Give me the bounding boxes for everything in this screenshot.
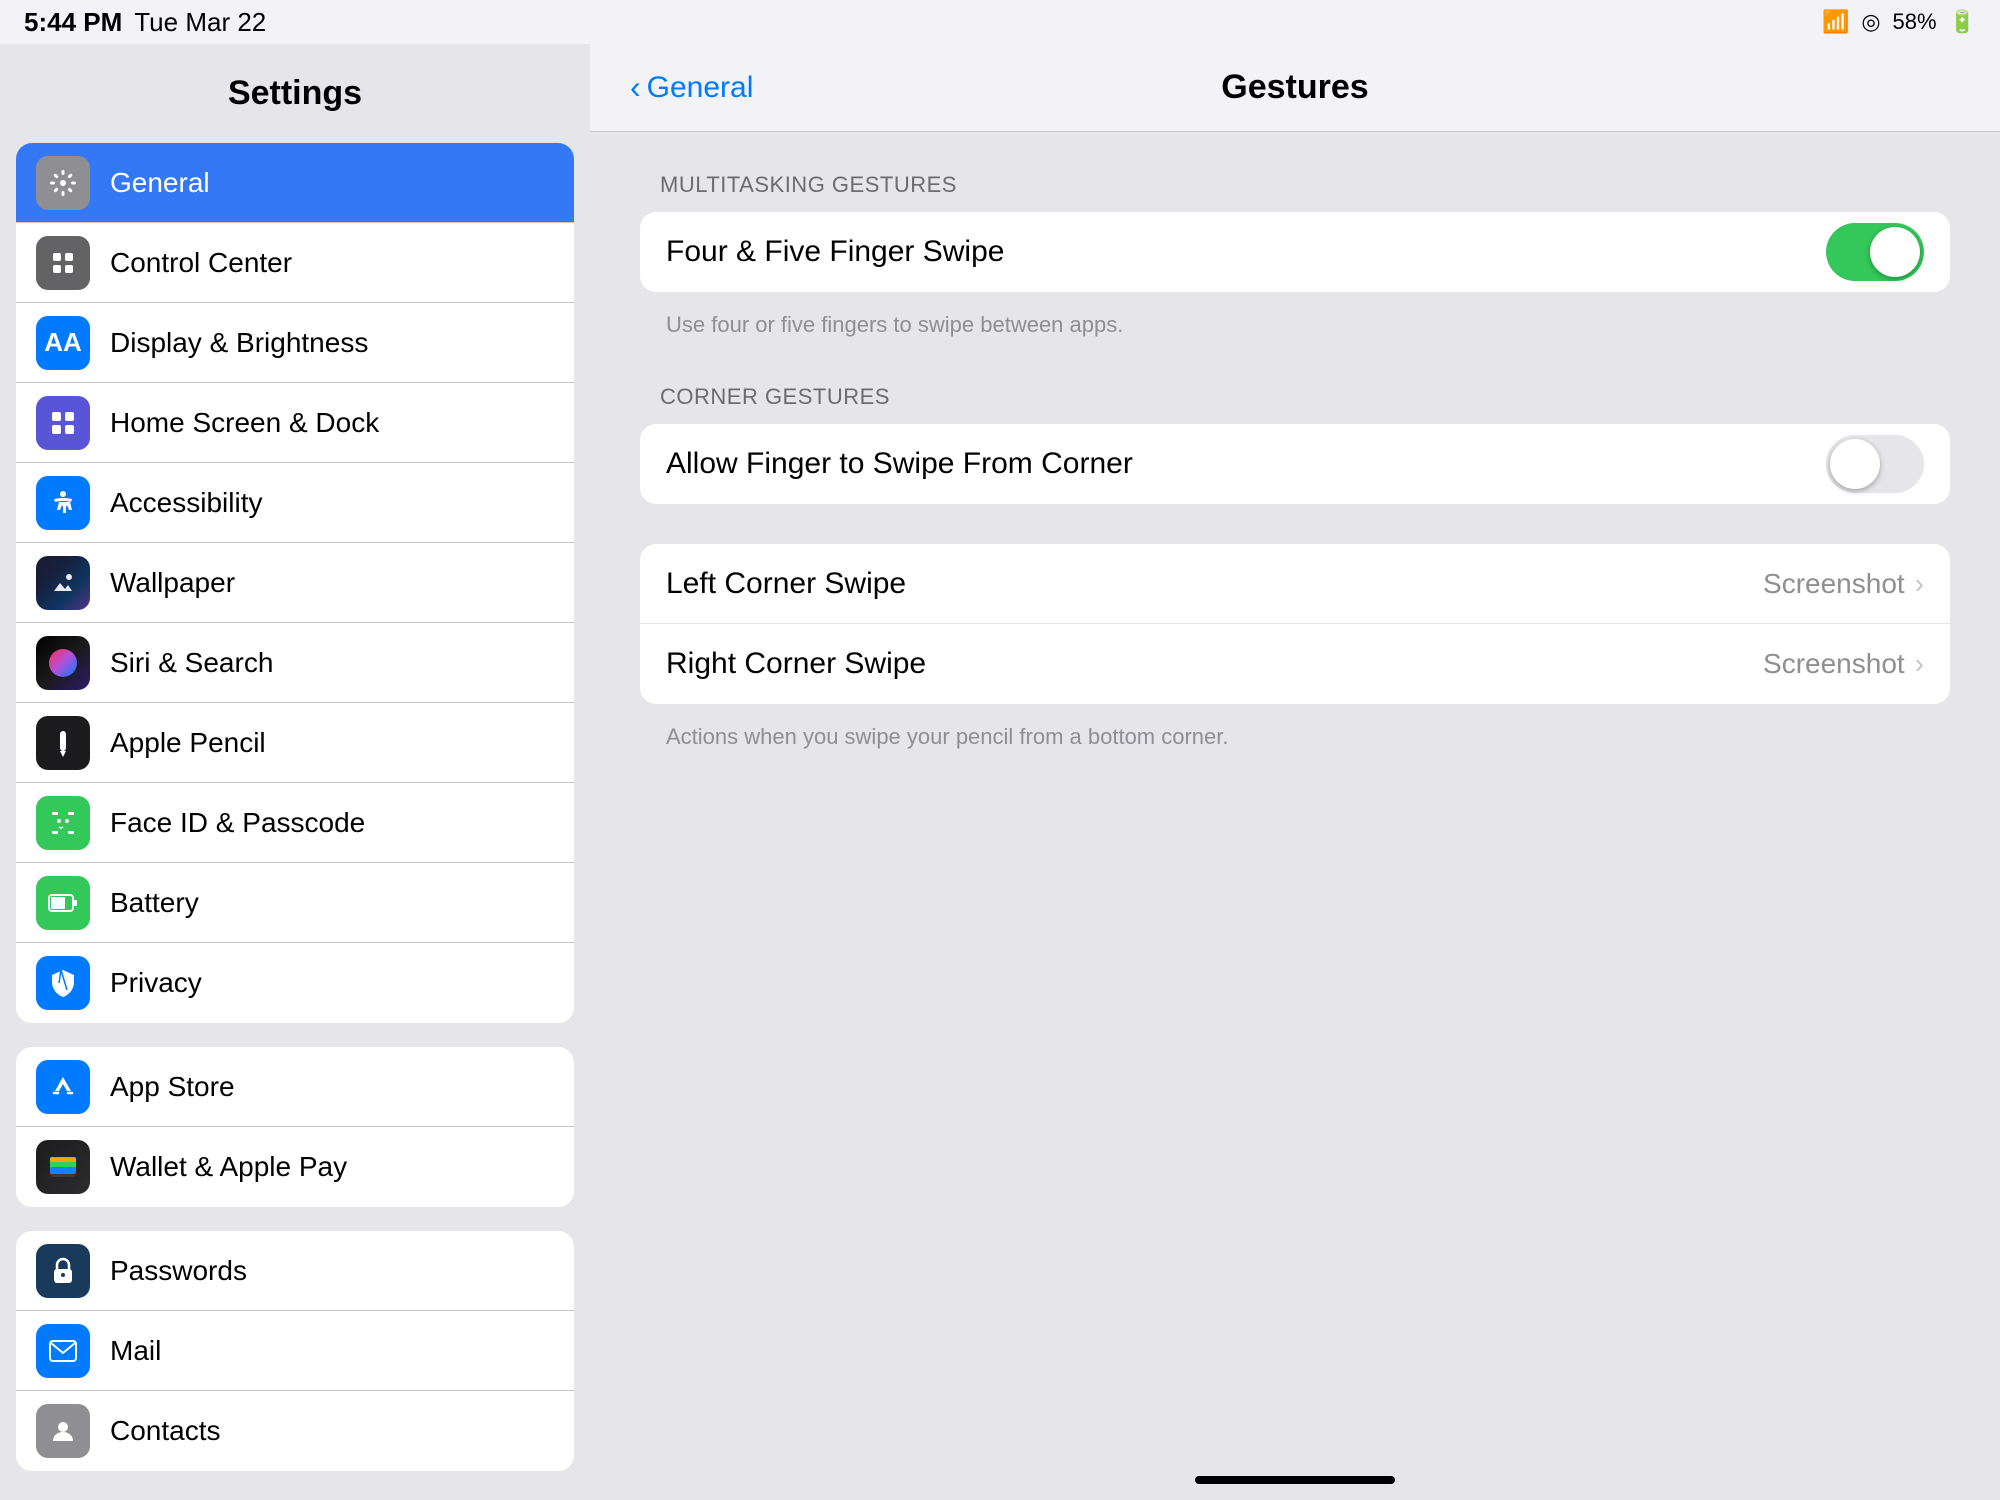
corner-swipe-hint: Actions when you swipe your pencil from … <box>640 714 1950 766</box>
wallet-icon <box>36 1140 90 1194</box>
corner-gestures-card: Allow Finger to Swipe From Corner <box>640 424 1950 504</box>
multitasking-section-label: MULTITASKING GESTURES <box>660 172 1950 198</box>
privacy-icon <box>36 956 90 1010</box>
battery-icon <box>36 876 90 930</box>
passwords-label: Passwords <box>110 1255 247 1287</box>
status-time: 5:44 PM <box>24 7 122 38</box>
wallet-label: Wallet & Apple Pay <box>110 1151 347 1183</box>
sidebar-item-privacy[interactable]: Privacy <box>16 943 574 1023</box>
right-corner-swipe-value: Screenshot <box>1763 648 1905 680</box>
sidebar-item-mail[interactable]: Mail <box>16 1311 574 1391</box>
general-icon <box>36 156 90 210</box>
sidebar-item-wallet[interactable]: Wallet & Apple Pay <box>16 1127 574 1207</box>
toggle-knob-2 <box>1830 439 1880 489</box>
allow-finger-row: Allow Finger to Swipe From Corner <box>640 424 1950 504</box>
status-date: Tue Mar 22 <box>134 7 266 38</box>
home-screen-icon <box>36 396 90 450</box>
four-five-finger-row: Four & Five Finger Swipe <box>640 212 1950 292</box>
back-chevron-icon: ‹ <box>630 69 641 106</box>
settings-group-1: General Control Center AA Display <box>16 143 574 1023</box>
sidebar-item-home-screen[interactable]: Home Screen & Dock <box>16 383 574 463</box>
contacts-label: Contacts <box>110 1415 221 1447</box>
battery-label: Battery <box>110 887 199 919</box>
apple-pencil-icon <box>36 716 90 770</box>
mail-label: Mail <box>110 1335 161 1367</box>
back-label: General <box>647 71 754 105</box>
left-corner-chevron-icon: › <box>1915 568 1924 600</box>
settings-group-3: Passwords Mail Contact <box>16 1231 574 1471</box>
display-icon: AA <box>36 316 90 370</box>
apple-pencil-label: Apple Pencil <box>110 727 266 759</box>
sidebar-item-apple-pencil[interactable]: Apple Pencil <box>16 703 574 783</box>
sidebar: Settings General <box>0 44 590 1500</box>
wallpaper-label: Wallpaper <box>110 567 235 599</box>
allow-finger-toggle[interactable] <box>1826 435 1924 493</box>
status-icons: 📶 ◎ 58% 🔋 <box>1822 9 1976 35</box>
display-label: Display & Brightness <box>110 327 368 359</box>
status-bar: 5:44 PM Tue Mar 22 📶 ◎ 58% 🔋 <box>0 0 2000 44</box>
content-body: MULTITASKING GESTURES Four & Five Finger… <box>590 132 2000 806</box>
app-store-label: App Store <box>110 1071 235 1103</box>
location-icon: ◎ <box>1861 9 1880 35</box>
home-indicator <box>1195 1476 1395 1484</box>
sidebar-item-display[interactable]: AA Display & Brightness <box>16 303 574 383</box>
sidebar-title: Settings <box>16 64 574 123</box>
passwords-icon <box>36 1244 90 1298</box>
sidebar-item-app-store[interactable]: App Store <box>16 1047 574 1127</box>
toggle-knob <box>1870 227 1920 277</box>
wifi-icon: 📶 <box>1822 9 1849 35</box>
sidebar-item-wallpaper[interactable]: Wallpaper <box>16 543 574 623</box>
battery-level: 58% <box>1893 9 1937 35</box>
sidebar-item-general[interactable]: General <box>16 143 574 223</box>
corner-section-label: CORNER GESTURES <box>660 384 1950 410</box>
face-id-label: Face ID & Passcode <box>110 807 365 839</box>
mail-icon <box>36 1324 90 1378</box>
corner-swipe-card: Left Corner Swipe Screenshot › Right Cor… <box>640 544 1950 704</box>
four-five-finger-label: Four & Five Finger Swipe <box>666 235 1826 269</box>
wallpaper-icon <box>36 556 90 610</box>
accessibility-label: Accessibility <box>110 487 262 519</box>
sidebar-item-contacts[interactable]: Contacts <box>16 1391 574 1471</box>
sidebar-item-face-id[interactable]: Face ID & Passcode <box>16 783 574 863</box>
control-center-icon <box>36 236 90 290</box>
content-wrapper: ‹ General Gestures MULTITASKING GESTURES… <box>590 44 2000 1500</box>
app-store-icon <box>36 1060 90 1114</box>
siri-label: Siri & Search <box>110 647 273 679</box>
siri-icon <box>36 636 90 690</box>
settings-group-2: App Store Wallet & Apple Pay <box>16 1047 574 1207</box>
main-layout: Settings General <box>0 44 2000 1500</box>
right-corner-swipe-row[interactable]: Right Corner Swipe Screenshot › <box>640 624 1950 704</box>
control-center-label: Control Center <box>110 247 292 279</box>
sidebar-item-siri[interactable]: Siri & Search <box>16 623 574 703</box>
accessibility-icon <box>36 476 90 530</box>
sidebar-item-accessibility[interactable]: Accessibility <box>16 463 574 543</box>
page-title: Gestures <box>1221 68 1368 107</box>
right-corner-swipe-label: Right Corner Swipe <box>666 647 1763 681</box>
left-corner-swipe-row[interactable]: Left Corner Swipe Screenshot › <box>640 544 1950 624</box>
privacy-label: Privacy <box>110 967 202 999</box>
contacts-icon <box>36 1404 90 1458</box>
left-corner-swipe-label: Left Corner Swipe <box>666 567 1763 601</box>
battery-icon: 🔋 <box>1949 9 1976 35</box>
face-id-icon <box>36 796 90 850</box>
left-corner-swipe-value: Screenshot <box>1763 568 1905 600</box>
sidebar-item-control-center[interactable]: Control Center <box>16 223 574 303</box>
content-area: ‹ General Gestures MULTITASKING GESTURES… <box>590 44 2000 1500</box>
four-five-finger-toggle[interactable] <box>1826 223 1924 281</box>
multitasking-hint: Use four or five fingers to swipe betwee… <box>640 302 1950 354</box>
allow-finger-label: Allow Finger to Swipe From Corner <box>666 447 1826 481</box>
sidebar-item-passwords[interactable]: Passwords <box>16 1231 574 1311</box>
content-header: ‹ General Gestures <box>590 44 2000 132</box>
sidebar-item-battery[interactable]: Battery <box>16 863 574 943</box>
multitasking-card: Four & Five Finger Swipe <box>640 212 1950 292</box>
right-corner-chevron-icon: › <box>1915 648 1924 680</box>
home-screen-label: Home Screen & Dock <box>110 407 379 439</box>
back-button[interactable]: ‹ General <box>630 69 753 106</box>
general-label: General <box>110 167 210 199</box>
